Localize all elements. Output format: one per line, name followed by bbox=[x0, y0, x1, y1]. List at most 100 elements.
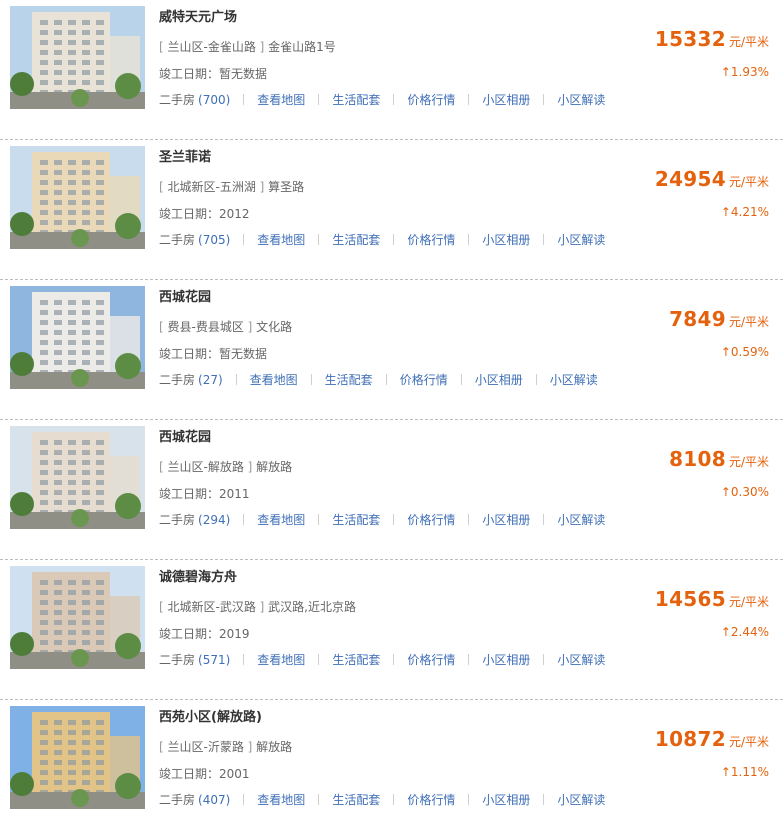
address-bracket-open: [ bbox=[159, 740, 168, 754]
address-street: 解放路 bbox=[256, 460, 293, 474]
link-divider bbox=[535, 374, 537, 385]
address-district: 兰山区-金雀山路 bbox=[167, 40, 256, 54]
completion-date-value: 2001 bbox=[219, 767, 250, 781]
community-album-link[interactable]: 小区相册 bbox=[482, 651, 530, 668]
price-market-link[interactable]: 价格行情 bbox=[407, 511, 455, 528]
address-bracket-open: [ bbox=[159, 320, 168, 334]
price-change-value: 0.30% bbox=[730, 485, 769, 499]
completion-date-value: 暂无数据 bbox=[219, 67, 268, 81]
secondhand-count-link[interactable]: (571) bbox=[198, 653, 230, 667]
life-facilities-link[interactable]: 生活配套 bbox=[325, 371, 373, 388]
community-analysis-link[interactable]: 小区解读 bbox=[557, 651, 605, 668]
price-unit: 元/平米 bbox=[728, 175, 769, 189]
community-photo[interactable] bbox=[10, 6, 145, 109]
arrow-up-icon: ↑ bbox=[720, 205, 731, 219]
community-analysis-link[interactable]: 小区解读 bbox=[557, 231, 605, 248]
link-divider bbox=[468, 234, 470, 245]
community-name[interactable]: 诚德碧海方舟 bbox=[159, 566, 237, 585]
community-name[interactable]: 西城花园 bbox=[159, 426, 211, 445]
price-unit: 元/平米 bbox=[728, 735, 769, 749]
community-album-link[interactable]: 小区相册 bbox=[482, 231, 530, 248]
secondhand-count-link[interactable]: (294) bbox=[198, 513, 230, 527]
community-item: 西城花园 [ 费县-费县城区 ] 文化路 竣工日期：暂无数据 二手房 (27) … bbox=[0, 280, 783, 420]
community-address: [ 费县-费县城区 ] 文化路 bbox=[159, 318, 292, 335]
secondhand-label: 二手房 bbox=[159, 513, 196, 527]
view-map-link[interactable]: 查看地图 bbox=[257, 91, 305, 108]
price-value: 7849 bbox=[669, 307, 726, 331]
community-analysis-link[interactable]: 小区解读 bbox=[557, 511, 605, 528]
community-album-link[interactable]: 小区相册 bbox=[482, 91, 530, 108]
price-value: 10872 bbox=[654, 727, 726, 751]
link-divider bbox=[243, 514, 245, 525]
community-analysis-link[interactable]: 小区解读 bbox=[557, 791, 605, 808]
price-market-link[interactable]: 价格行情 bbox=[400, 371, 448, 388]
view-map-link[interactable]: 查看地图 bbox=[257, 791, 305, 808]
community-photo[interactable] bbox=[10, 706, 145, 809]
link-divider bbox=[543, 94, 545, 105]
life-facilities-link[interactable]: 生活配套 bbox=[332, 511, 380, 528]
view-map-link[interactable]: 查看地图 bbox=[257, 231, 305, 248]
view-map-link[interactable]: 查看地图 bbox=[250, 371, 298, 388]
completion-date: 竣工日期：2019 bbox=[159, 625, 250, 642]
community-name[interactable]: 圣兰菲诺 bbox=[159, 146, 211, 165]
price-market-link[interactable]: 价格行情 bbox=[407, 791, 455, 808]
address-street: 武汉路,近北京路 bbox=[268, 600, 356, 614]
address-street: 金雀山路1号 bbox=[268, 40, 336, 54]
community-list: 威特天元广场 [ 兰山区-金雀山路 ] 金雀山路1号 竣工日期：暂无数据 二手房… bbox=[0, 0, 783, 840]
community-photo[interactable] bbox=[10, 566, 145, 669]
life-facilities-link[interactable]: 生活配套 bbox=[332, 91, 380, 108]
completion-date: 竣工日期：2011 bbox=[159, 485, 250, 502]
community-analysis-link[interactable]: 小区解读 bbox=[550, 371, 598, 388]
address-bracket-close: ] bbox=[243, 460, 257, 474]
community-links: 二手房 (705) 查看地图 生活配套 价格行情 小区相册 小区解读 bbox=[159, 231, 605, 248]
price-market-link[interactable]: 价格行情 bbox=[407, 231, 455, 248]
community-address: [ 北城新区-五洲湖 ] 算圣路 bbox=[159, 178, 304, 195]
secondhand-count-link[interactable]: (700) bbox=[198, 93, 230, 107]
link-divider bbox=[468, 654, 470, 665]
secondhand-count-link[interactable]: (407) bbox=[198, 793, 230, 807]
community-name[interactable]: 威特天元广场 bbox=[159, 6, 237, 25]
community-name[interactable]: 西苑小区(解放路) bbox=[159, 706, 262, 725]
address-bracket-close: ] bbox=[255, 600, 269, 614]
price-market-link[interactable]: 价格行情 bbox=[407, 651, 455, 668]
link-divider bbox=[235, 374, 237, 385]
community-photo[interactable] bbox=[10, 146, 145, 249]
price-change: ↑4.21% bbox=[721, 205, 769, 219]
community-photo[interactable] bbox=[10, 286, 145, 389]
price-value: 15332 bbox=[654, 27, 726, 51]
life-facilities-link[interactable]: 生活配套 bbox=[332, 791, 380, 808]
life-facilities-link[interactable]: 生活配套 bbox=[332, 651, 380, 668]
address-district: 北城新区-武汉路 bbox=[167, 600, 256, 614]
community-links: 二手房 (571) 查看地图 生活配套 价格行情 小区相册 小区解读 bbox=[159, 651, 605, 668]
link-divider bbox=[543, 514, 545, 525]
community-photo[interactable] bbox=[10, 426, 145, 529]
community-address: [ 北城新区-武汉路 ] 武汉路,近北京路 bbox=[159, 598, 356, 615]
secondhand-count-link[interactable]: (27) bbox=[198, 373, 223, 387]
community-album-link[interactable]: 小区相册 bbox=[482, 511, 530, 528]
link-divider bbox=[385, 374, 387, 385]
community-album-link[interactable]: 小区相册 bbox=[482, 791, 530, 808]
address-district: 兰山区-解放路 bbox=[167, 460, 244, 474]
link-divider bbox=[460, 374, 462, 385]
community-album-link[interactable]: 小区相册 bbox=[475, 371, 523, 388]
community-name[interactable]: 西城花园 bbox=[159, 286, 211, 305]
life-facilities-link[interactable]: 生活配套 bbox=[332, 231, 380, 248]
secondhand-label: 二手房 bbox=[159, 653, 196, 667]
community-analysis-link[interactable]: 小区解读 bbox=[557, 91, 605, 108]
view-map-link[interactable]: 查看地图 bbox=[257, 511, 305, 528]
link-divider bbox=[243, 654, 245, 665]
address-district: 北城新区-五洲湖 bbox=[167, 180, 256, 194]
link-divider bbox=[468, 794, 470, 805]
community-address: [ 兰山区-解放路 ] 解放路 bbox=[159, 458, 292, 475]
completion-date: 竣工日期：暂无数据 bbox=[159, 345, 267, 362]
view-map-link[interactable]: 查看地图 bbox=[257, 651, 305, 668]
completion-date-value: 2019 bbox=[219, 627, 250, 641]
link-divider bbox=[393, 654, 395, 665]
price-market-link[interactable]: 价格行情 bbox=[407, 91, 455, 108]
price-change: ↑1.93% bbox=[721, 65, 769, 79]
unit-price: 8108 元/平米 bbox=[669, 447, 769, 471]
completion-date-value: 2011 bbox=[219, 487, 250, 501]
secondhand-count-link[interactable]: (705) bbox=[198, 233, 230, 247]
link-divider bbox=[243, 94, 245, 105]
community-item: 西苑小区(解放路) [ 兰山区-沂蒙路 ] 解放路 竣工日期：2001 二手房 … bbox=[0, 700, 783, 840]
